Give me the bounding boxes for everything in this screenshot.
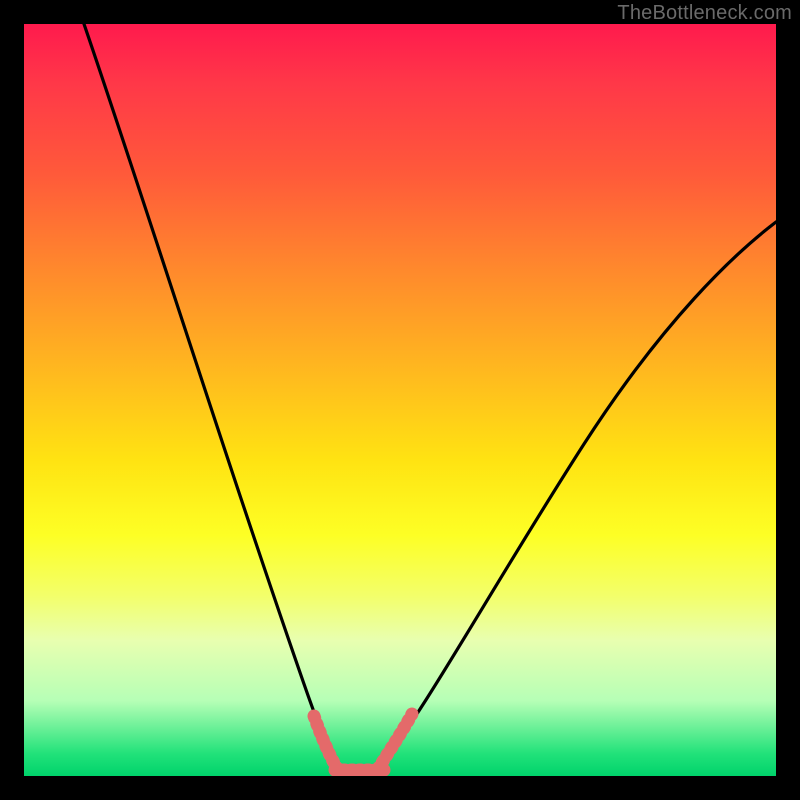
highlight-right-icon [378,714,412,769]
chart-frame: TheBottleneck.com [0,0,800,800]
watermark-text: TheBottleneck.com [617,2,792,25]
right-curve [380,222,776,766]
left-curve [84,24,336,768]
highlight-left-icon [314,716,338,770]
curve-layer [24,24,776,776]
plot-area [24,24,776,776]
